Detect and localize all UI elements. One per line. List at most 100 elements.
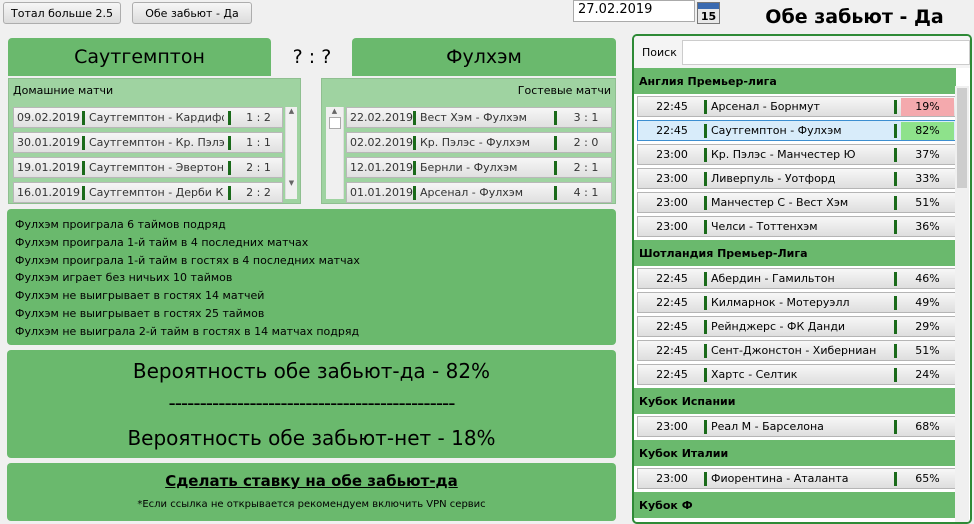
away-scrollbar[interactable]: ▲ [326, 107, 344, 199]
game-teams: Кр. Пэлэс - Манчестер Ю [711, 148, 856, 161]
away-match-row[interactable]: 12.01.2019 Бернли - Фулхэм 2 : 1 [346, 157, 612, 178]
game-row[interactable]: 23:00 Фиорентина - Аталанта 65% [637, 468, 957, 489]
probability-yes: Вероятность обе забьют-да - 82% [132, 359, 491, 383]
league-header[interactable]: Шотландия Премьер-Лига [634, 240, 956, 266]
game-row[interactable]: 22:45 Сент-Джонстон - Хиберниан 51% [637, 340, 957, 361]
fact-line: Фулхэм проиграла 6 таймов подряд [15, 218, 226, 231]
game-percent: 37% [915, 147, 940, 161]
away-match-row[interactable]: 01.01.2019 Арсенал - Фулхэм 4 : 1 [346, 182, 612, 203]
divider [413, 110, 416, 125]
home-match-row[interactable]: 09.02.2019 Саутгемптон - Кардифф 1 : 2 [13, 107, 283, 128]
divider [894, 343, 897, 358]
match-teams: Бернли - Фулхэм [420, 161, 518, 174]
divider [704, 123, 707, 138]
game-row[interactable]: 23:00 Реал М - Барселона 68% [637, 416, 957, 437]
away-match-row[interactable]: 22.02.2019 Вест Хэм - Фулхэм 3 : 1 [346, 107, 612, 128]
divider [894, 123, 897, 138]
game-teams: Саутгемптон - Фулхэм [711, 124, 842, 137]
divider [704, 295, 707, 310]
divider [894, 171, 897, 186]
divider [894, 195, 897, 210]
match-teams: Саутгемптон - Кр. Пэлэс [89, 136, 224, 149]
game-row-selected[interactable]: 22:45 Саутгемптон - Фулхэм 82% [637, 120, 957, 141]
divider [228, 110, 231, 125]
home-match-row[interactable]: 19.01.2019 Саутгемптон - Эвертон 2 : 1 [13, 157, 283, 178]
divider [894, 295, 897, 310]
home-match-row[interactable]: 16.01.2019 Саутгемптон - Дерби Ка 2 : 2 [13, 182, 283, 203]
game-row[interactable]: 23:00 Ливерпуль - Уотфорд 33% [637, 168, 957, 189]
game-time: 22:45 [656, 100, 688, 113]
game-row[interactable]: 22:45 Арсенал - Борнмут 19% [637, 96, 957, 117]
game-time: 22:45 [656, 296, 688, 309]
game-row[interactable]: 22:45 Абердин - Гамильтон 46% [637, 268, 957, 289]
divider [228, 160, 231, 175]
divider [894, 99, 897, 114]
divider [704, 171, 707, 186]
divider [894, 471, 897, 486]
date-field[interactable]: 27.02.2019 [573, 0, 695, 22]
away-match-row[interactable]: 02.02.2019 Кр. Пэлэс - Фулхэм 2 : 0 [346, 132, 612, 153]
divider [894, 147, 897, 162]
divider [704, 219, 707, 234]
game-percent: 46% [915, 271, 940, 285]
divider [894, 271, 897, 286]
match-teams: Саутгемптон - Кардифф [89, 111, 224, 124]
match-score: ? : ? [292, 46, 332, 68]
calendar-icon[interactable]: 15 [697, 2, 720, 24]
both-score-button[interactable]: Обе забьют - Да [132, 2, 252, 24]
home-matches-label: Домашние матчи [13, 84, 114, 97]
probability-separator: ----------------------------------------… [168, 391, 456, 415]
probability-no: Вероятность обе забьют-нет - 18% [127, 426, 496, 450]
scroll-thumb[interactable] [957, 88, 967, 188]
bet-link[interactable]: Сделать ставку на обе забьют-да [7, 472, 616, 490]
game-time: 22:45 [656, 124, 688, 137]
game-row[interactable]: 22:45 Рейнджерс - ФК Данди 29% [637, 316, 957, 337]
bet-panel: Сделать ставку на обе забьют-да *Если сс… [7, 463, 616, 521]
game-row[interactable]: 22:45 Хартс - Селтик 24% [637, 364, 957, 385]
game-time: 23:00 [656, 172, 688, 185]
match-teams: Саутгемптон - Эвертон [89, 161, 224, 174]
game-row[interactable]: 23:00 Манчестер С - Вест Хэм 51% [637, 192, 957, 213]
game-time: 22:45 [656, 272, 688, 285]
league-header[interactable]: Кубок Ф [634, 492, 956, 518]
game-time: 23:00 [656, 472, 688, 485]
scroll-down-arrow[interactable]: ▼ [286, 179, 297, 187]
divider [554, 135, 557, 150]
match-score: 2 : 1 [246, 161, 271, 174]
league-header[interactable]: Англия Премьер-лига [634, 68, 956, 94]
game-teams: Манчестер С - Вест Хэм [711, 196, 849, 209]
divider [554, 110, 557, 125]
home-scrollbar[interactable]: ▲ ▼ [285, 107, 297, 199]
match-date: 01.01.2019 [350, 186, 413, 199]
divider [704, 99, 707, 114]
away-matches-label: Гостевые матчи [517, 84, 611, 97]
total-over-button[interactable]: Тотал больше 2.5 [3, 2, 121, 24]
game-percent: 24% [915, 367, 940, 381]
divider [704, 419, 707, 434]
scroll-up-arrow[interactable]: ▲ [286, 107, 297, 115]
away-team-title: Фулхэм [352, 38, 616, 76]
calendar-day: 15 [700, 10, 717, 23]
home-match-row[interactable]: 30.01.2019 Саутгемптон - Кр. Пэлэс 1 : 1 [13, 132, 283, 153]
league-header[interactable]: Кубок Италии [634, 440, 956, 466]
divider [413, 185, 416, 200]
games-scrollbar[interactable] [955, 86, 969, 522]
games-list: Англия Премьер-лига 22:45 Арсенал - Борнм… [634, 68, 957, 518]
search-label: Поиск [642, 45, 677, 59]
game-teams: Фиорентина - Аталанта [711, 472, 849, 485]
games-panel: Поиск Англия Премьер-лига 22:45 Арсенал -… [632, 34, 972, 524]
match-date: 30.01.2019 [17, 136, 80, 149]
scroll-thumb[interactable] [328, 117, 341, 129]
search-input[interactable] [681, 39, 970, 65]
game-row[interactable]: 23:00 Челси - Тоттенхэм 36% [637, 216, 957, 237]
scroll-up-arrow[interactable]: ▲ [326, 107, 343, 115]
match-score: 2 : 0 [573, 136, 599, 149]
match-teams: Саутгемптон - Дерби Ка [89, 186, 224, 199]
game-row[interactable]: 23:00 Кр. Пэлэс - Манчестер Ю 37% [637, 144, 957, 165]
game-percent: 19% [901, 97, 954, 116]
game-teams: Рейнджерс - ФК Данди [711, 320, 846, 333]
league-header[interactable]: Кубок Испании [634, 388, 956, 414]
game-teams: Арсенал - Борнмут [711, 100, 820, 113]
game-row[interactable]: 22:45 Килмарнок - Мотеруэлл 49% [637, 292, 957, 313]
search-row: Поиск [634, 36, 970, 68]
